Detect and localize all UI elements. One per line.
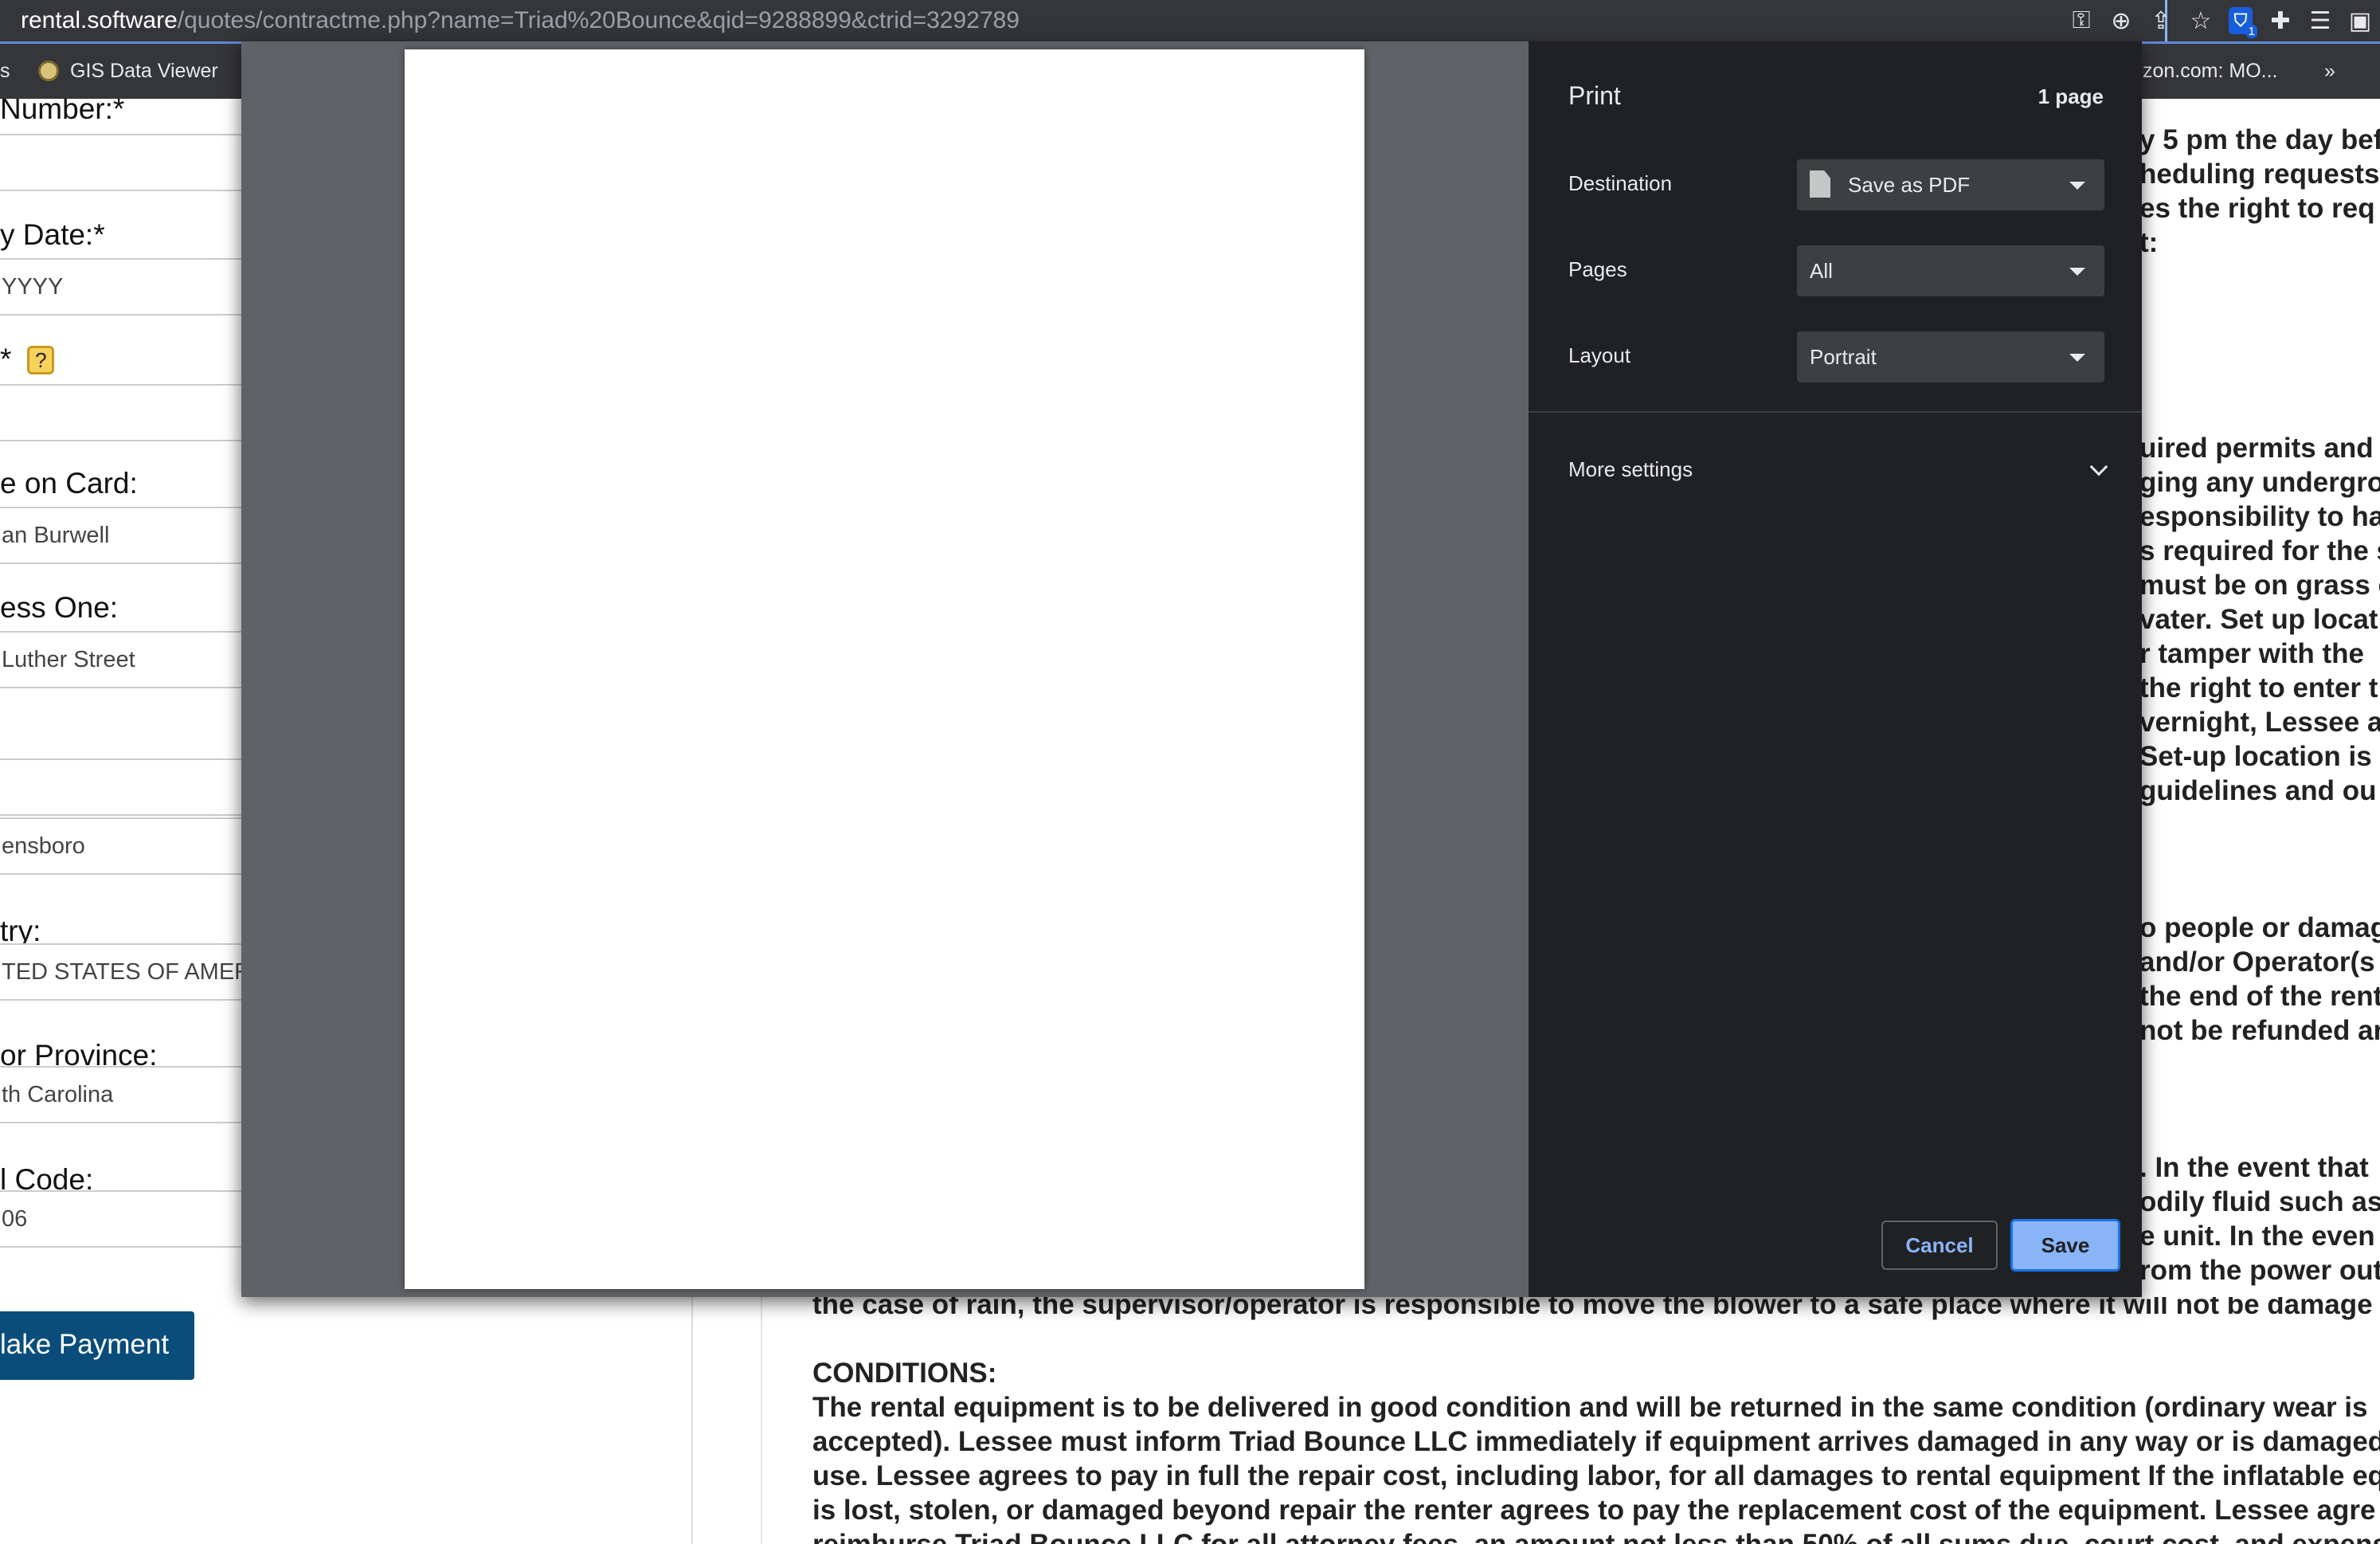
layout-select[interactable]: Portrait [1797,331,2104,382]
contract-line: Set-up location is [2139,741,2372,772]
payment-form: Number:* y Date:* YYYY *? e on Card: an … [0,99,241,1544]
layout-value: Portrait [1810,345,1877,369]
help-icon[interactable]: ? [27,346,55,374]
bookmark-fragment[interactable]: s [0,60,10,83]
contract-line: t: [2139,227,2159,258]
name-on-card-input[interactable]: an Burwell [0,507,241,564]
dropdown-arrow-icon [2069,354,2085,362]
field-label: Number:* [0,99,125,125]
save-button[interactable]: Save [2010,1219,2120,1272]
url-host: rental.software [21,7,178,33]
contract-line: . In the event that [2139,1152,2369,1183]
contract-line: r tamper with the [2139,638,2364,669]
pages-select[interactable]: All [1797,245,2104,296]
contract-line: The rental equipment is to be delivered … [812,1392,2368,1423]
contract-line: ging any undergrou [2139,467,2380,498]
zoom-icon[interactable]: ⊕ [2101,0,2141,41]
contract-line: accepted). Lessee must inform Triad Boun… [812,1426,2380,1457]
destination-label: Destination [1568,171,1673,195]
contract-terms: the case of rain, the supervisor/operato… [812,1297,2380,1544]
contract-line: use. Lessee agrees to pay in full the re… [812,1460,2380,1491]
share-icon[interactable]: ⇪ [2141,0,2181,41]
contract-line: rom the power out [2139,1255,2380,1286]
layout-label: Layout [1568,343,1631,367]
url-text[interactable]: rental.software/quotes/contractme.php?na… [21,7,1020,34]
destination-value: Save as PDF [1848,173,1971,197]
more-settings-toggle[interactable]: More settings [1568,457,2110,497]
dropdown-arrow-icon [2069,182,2085,190]
contract-line: uired permits and [2139,433,2374,464]
browser-address-bar[interactable]: rental.software/quotes/contractme.php?na… [0,0,2380,41]
contract-line: is lost, stolen, or damaged beyond repai… [812,1495,2376,1526]
field-label-with-help: *? [0,343,55,376]
column-divider [691,1297,693,1544]
field-label: e on Card: [0,467,138,500]
key-icon[interactable]: ⚿ [2061,0,2101,41]
contract-line: the case of rain, the supervisor/operato… [812,1297,2373,1320]
contract-line: vernight, Lessee a [2139,707,2380,738]
dropdown-arrow-icon [2069,268,2085,276]
bookmark-gis-data-viewer[interactable]: GIS Data Viewer [38,60,218,83]
date-input[interactable]: YYYY [0,258,241,315]
bookmark-amazon[interactable]: zon.com: MO... [2143,60,2277,83]
contract-line: esponsibility to ha [2139,501,2380,532]
document-icon [1810,170,1830,198]
contract-terms-partial: y 5 pm the day bef heduling requests a e… [2139,99,2380,1297]
state-input[interactable]: th Carolina [0,1066,241,1123]
chevron-down-icon [2089,457,2108,476]
contract-line: vater. Set up locati [2139,604,2380,635]
destination-select[interactable]: Save as PDF [1797,159,2104,210]
contract-line: odily fluid such as b [2139,1186,2380,1217]
contract-line: and/or Operator(s [2139,946,2375,978]
url-path: /quotes/contractme.php?name=Triad%20Boun… [177,7,1020,33]
print-settings-panel: Print 1 page Destination Save as PDF Pag… [1529,41,2142,1297]
contract-line: y 5 pm the day bef [2139,124,2380,155]
cancel-button[interactable]: Cancel [1881,1221,1998,1270]
more-settings-label: More settings [1568,457,1693,481]
page-count: 1 page [2037,84,2104,108]
field-label: y Date:* [0,218,105,251]
city-input[interactable]: ensboro [0,817,241,875]
make-payment-button[interactable]: lake Payment [0,1311,194,1380]
contract-line: not be refunded ar [2139,1015,2380,1046]
print-dialog: Print 1 page Destination Save as PDF Pag… [241,41,2142,1297]
bookmarks-overflow-icon[interactable]: » [2324,60,2335,83]
contract-line: reimburse Triad Bounce LLC for all attor… [812,1529,2380,1544]
conditions-heading: CONDITIONS: [812,1358,997,1389]
star-icon[interactable]: ☆ [2181,0,2221,41]
pages-value: All [1810,259,1833,283]
pages-label: Pages [1568,257,1627,281]
contract-line: the right to enter t [2139,672,2378,703]
extensions-puzzle-icon[interactable]: ✚ [2261,0,2300,41]
country-select[interactable]: TED STATES OF AMER [0,943,241,1001]
contract-line: guidelines and ou [2139,775,2377,806]
toolbar-icons: ⚿ ⊕ ⇪ ☆ ⛉ 1 ✚ ☰ ▣ [2061,0,2380,41]
field-label: ess One: [0,591,119,624]
postal-code-input[interactable]: 06 [0,1190,241,1248]
contract-line: e unit. In the even [2139,1221,2375,1252]
address-one-input[interactable]: Luther Street [0,631,241,688]
reading-list-icon[interactable]: ☰ [2300,0,2340,41]
address-two-input[interactable] [0,758,241,816]
contract-line: s required for the s [2139,535,2380,566]
column-divider [761,1297,762,1544]
contract-line: must be on grass o [2139,570,2380,601]
print-title: Print [1568,81,1621,110]
globe-icon [38,61,59,81]
sidepanel-icon[interactable]: ▣ [2340,0,2380,41]
contract-line: es the right to req [2139,193,2375,224]
contract-line: o people or damag [2139,912,2380,943]
bookmark-gis-label: GIS Data Viewer [70,60,218,82]
bitwarden-extension-icon[interactable]: ⛉ 1 [2221,0,2261,41]
contract-line: heduling requests a [2139,159,2380,190]
print-preview-page [405,49,1364,1289]
form-input[interactable] [0,384,241,441]
contract-line: the end of the rent [2139,981,2380,1012]
print-preview-area [241,41,1529,1297]
settings-divider [1529,411,2142,413]
form-input[interactable] [0,134,241,191]
